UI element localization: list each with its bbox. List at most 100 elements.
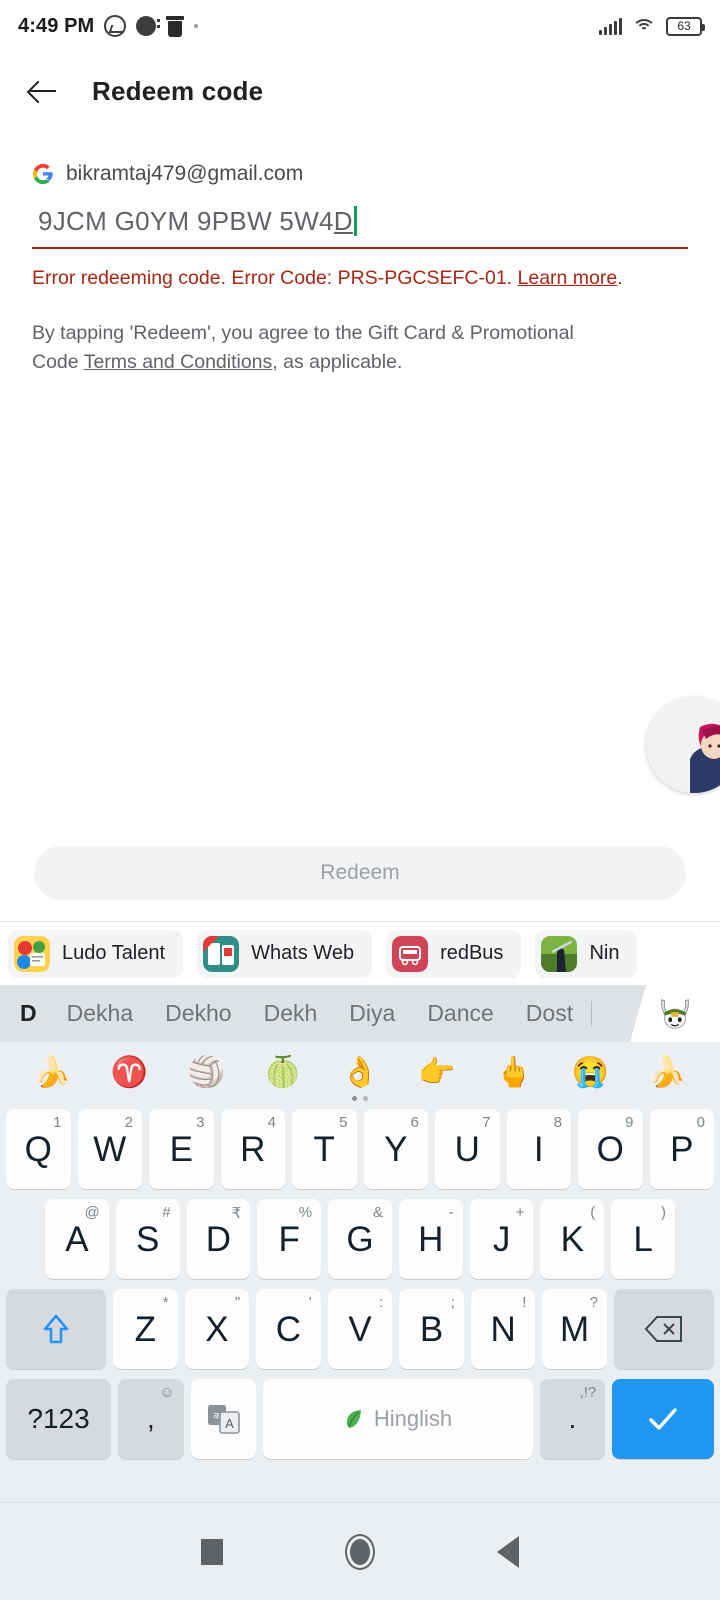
key-sup: ; — [450, 1294, 455, 1311]
key-label: . — [568, 1403, 577, 1434]
status-time: 4:49 PM — [18, 14, 95, 37]
suggestion-item[interactable]: Dost — [510, 1000, 589, 1027]
terms-and-conditions-link[interactable]: Terms and Conditions — [84, 351, 273, 373]
suggestion-item[interactable]: Dekha — [51, 1000, 149, 1027]
redeem-code-input[interactable]: 9JCM G0YM 9PBW 5W4D — [32, 200, 688, 249]
key-m[interactable]: ? M — [542, 1289, 607, 1369]
key-t[interactable]: 5T — [292, 1109, 357, 1189]
app-chip[interactable]: Nin — [535, 929, 638, 978]
key-sup: ( — [590, 1204, 596, 1221]
language-switch-key[interactable]: क A — [190, 1379, 257, 1459]
shift-key[interactable] — [6, 1289, 107, 1369]
notification-icon — [136, 16, 161, 36]
terms-line2-prefix: Code — [32, 350, 84, 373]
key-p[interactable]: 0P — [649, 1109, 714, 1189]
key-sup: 8 — [553, 1114, 562, 1131]
svg-text:A: A — [225, 1416, 234, 1431]
key-v[interactable]: :V — [327, 1289, 393, 1369]
emoji-item[interactable]: 🍌 — [649, 1058, 686, 1088]
emoji-item[interactable]: 😭 — [572, 1058, 609, 1088]
key-b[interactable]: ; B — [399, 1289, 464, 1369]
status-bar-left: 4:49 PM — [18, 14, 199, 38]
home-circle-icon[interactable] — [345, 1533, 375, 1570]
comma-key[interactable]: ☺, — [118, 1379, 184, 1459]
key-c[interactable]: ' C — [256, 1289, 321, 1369]
key-r[interactable]: 4R — [220, 1109, 285, 1189]
backspace-key[interactable] — [613, 1289, 714, 1369]
space-key[interactable]: Hinglish — [263, 1379, 533, 1459]
key-label: ?123 — [27, 1403, 90, 1434]
key-h[interactable]: -H — [398, 1199, 463, 1279]
key-label: O — [596, 1129, 624, 1169]
key-d[interactable]: ₹ D — [186, 1199, 251, 1279]
period-key[interactable]: ,!?. — [539, 1379, 606, 1459]
key-k[interactable]: (K — [540, 1199, 605, 1279]
suggestion-item[interactable]: D — [0, 1000, 51, 1027]
space-key-label-wrap: Hinglish — [344, 1406, 452, 1432]
key-o[interactable]: 9O — [578, 1109, 643, 1189]
emoji-item[interactable]: 🍌 — [34, 1058, 71, 1088]
suggestion-item[interactable]: Dance — [411, 1000, 509, 1027]
key-s[interactable]: # S — [115, 1199, 180, 1279]
key-w[interactable]: 2W — [77, 1109, 142, 1189]
suggestion-item[interactable]: Diya — [333, 1000, 411, 1027]
key-x[interactable]: " X — [184, 1289, 250, 1369]
text-caret — [353, 206, 357, 236]
emoji-item[interactable]: 🍈 — [264, 1058, 301, 1088]
shift-arrow-icon — [43, 1314, 69, 1344]
key-label: E — [169, 1129, 193, 1169]
key-z[interactable]: * Z — [113, 1289, 178, 1369]
emoji-item[interactable]: 🖕 — [495, 1058, 532, 1088]
suggestion-item[interactable]: Dekh — [248, 1000, 334, 1027]
back-triangle-icon[interactable] — [497, 1535, 519, 1568]
key-sup: 6 — [410, 1114, 419, 1131]
key-sup: 2 — [124, 1114, 133, 1131]
key-i[interactable]: 8I — [506, 1109, 571, 1189]
suggestion-strip[interactable]: D Dekha Dekho Dekh Diya Dance Dost — [0, 985, 720, 1042]
key-label: U — [454, 1129, 480, 1169]
key-y[interactable]: 6Y — [363, 1109, 428, 1189]
key-u[interactable]: 7U — [435, 1109, 500, 1189]
key-a[interactable]: @ A — [44, 1199, 109, 1279]
key-f[interactable]: % F — [257, 1199, 322, 1279]
sticker-tab[interactable] — [630, 985, 720, 1042]
account-row[interactable]: bikramtaj479@gmail.com — [32, 162, 688, 186]
suggestion-item[interactable]: Dekho — [149, 1000, 247, 1027]
signal-icon — [599, 17, 622, 35]
floating-chat-head-avatar[interactable] — [646, 697, 720, 793]
key-j[interactable]: + J — [469, 1199, 534, 1279]
learn-more-link[interactable]: Learn more — [518, 267, 618, 289]
recents-square-icon[interactable] — [201, 1538, 223, 1565]
key-sup: : — [379, 1294, 384, 1311]
emoji-suggestion-row[interactable]: 🍌 ♈ 🏐 🍈 👌 👉 🖕 😭 🍌 — [0, 1042, 720, 1104]
back-arrow-icon[interactable] — [26, 74, 60, 108]
app-chip[interactable]: Whats Web — [197, 929, 373, 978]
redeem-button[interactable]: Redeem — [34, 846, 686, 900]
key-l[interactable]: ) L — [611, 1199, 676, 1279]
key-n[interactable]: ! N — [470, 1289, 536, 1369]
key-label: N — [490, 1309, 516, 1349]
key-sup: ₹ — [231, 1205, 242, 1222]
key-label: Z — [134, 1309, 157, 1349]
app-chip[interactable]: redBus — [386, 929, 522, 978]
app-chip[interactable]: Ludo Talent — [8, 929, 184, 978]
phone-screen: 4:49 PM 63 Redeem code bikramtaj479@gmai… — [0, 0, 720, 1600]
emoji-item[interactable]: 🏐 — [188, 1058, 225, 1088]
emoji-item[interactable]: ♈ — [111, 1058, 148, 1088]
key-sup: & — [372, 1204, 383, 1221]
key-sup: 7 — [482, 1114, 491, 1131]
key-e[interactable]: 3E — [149, 1109, 214, 1189]
terms-line1: By tapping 'Redeem', you agree to the Gi… — [32, 322, 574, 345]
emoji-item[interactable]: 👌 — [341, 1058, 378, 1088]
key-label: D — [205, 1219, 232, 1259]
enter-key[interactable] — [612, 1379, 714, 1459]
app-suggestion-bar[interactable]: Ludo Talent Whats Web redBus Nin — [0, 921, 720, 985]
emoji-item[interactable]: 👉 — [418, 1058, 455, 1088]
symbols-key[interactable]: ?123 — [6, 1379, 112, 1459]
key-q[interactable]: 1Q — [6, 1109, 71, 1189]
key-label: L — [633, 1219, 653, 1259]
leaf-icon — [346, 1410, 361, 1428]
key-sup: 0 — [696, 1114, 705, 1131]
key-g[interactable]: & G — [328, 1199, 392, 1279]
key-label: A — [65, 1219, 89, 1259]
